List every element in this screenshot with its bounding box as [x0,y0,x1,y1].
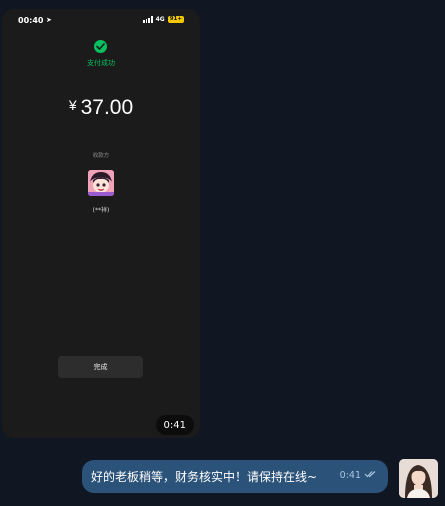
network-type: 4G [155,16,165,23]
status-time: 00:40 [18,16,44,25]
wechat-pay-success-icon [94,40,107,53]
location-arrow-icon: ➤ [46,16,52,24]
payment-status: 支付成功 [87,59,115,67]
payee-name: (**祥) [92,207,110,214]
double-check-icon [364,470,376,481]
message-text: 好的老板稍等，财务核实中！请保持在线~ [91,470,318,484]
payment-amount: ¥37.00 [2,96,200,120]
media-timestamp: 0:41 [155,415,194,435]
payee-label: 收款方 [92,153,110,159]
battery-icon: 91+ [167,16,184,23]
done-button: 完成 [58,356,143,378]
status-indicators: 4G 91+ [143,16,184,23]
message-timestamp: 0:41 [339,470,361,481]
currency-symbol: ¥ [68,97,77,113]
signal-icon [143,16,153,23]
payment-screenshot-message[interactable]: 00:40 ➤ 4G 91+ 支付成功 ¥37.00 收款方 (**祥) 完成 … [2,9,200,438]
outgoing-text-message[interactable]: 好的老板稍等，财务核实中！请保持在线~ 0:41 [82,460,388,493]
payee-avatar [88,170,114,196]
phone-status-bar: 00:40 ➤ 4G 91+ [2,9,200,33]
sender-avatar[interactable] [399,459,438,498]
amount-value: 37.00 [80,96,134,119]
message-meta: 0:41 [340,470,376,481]
